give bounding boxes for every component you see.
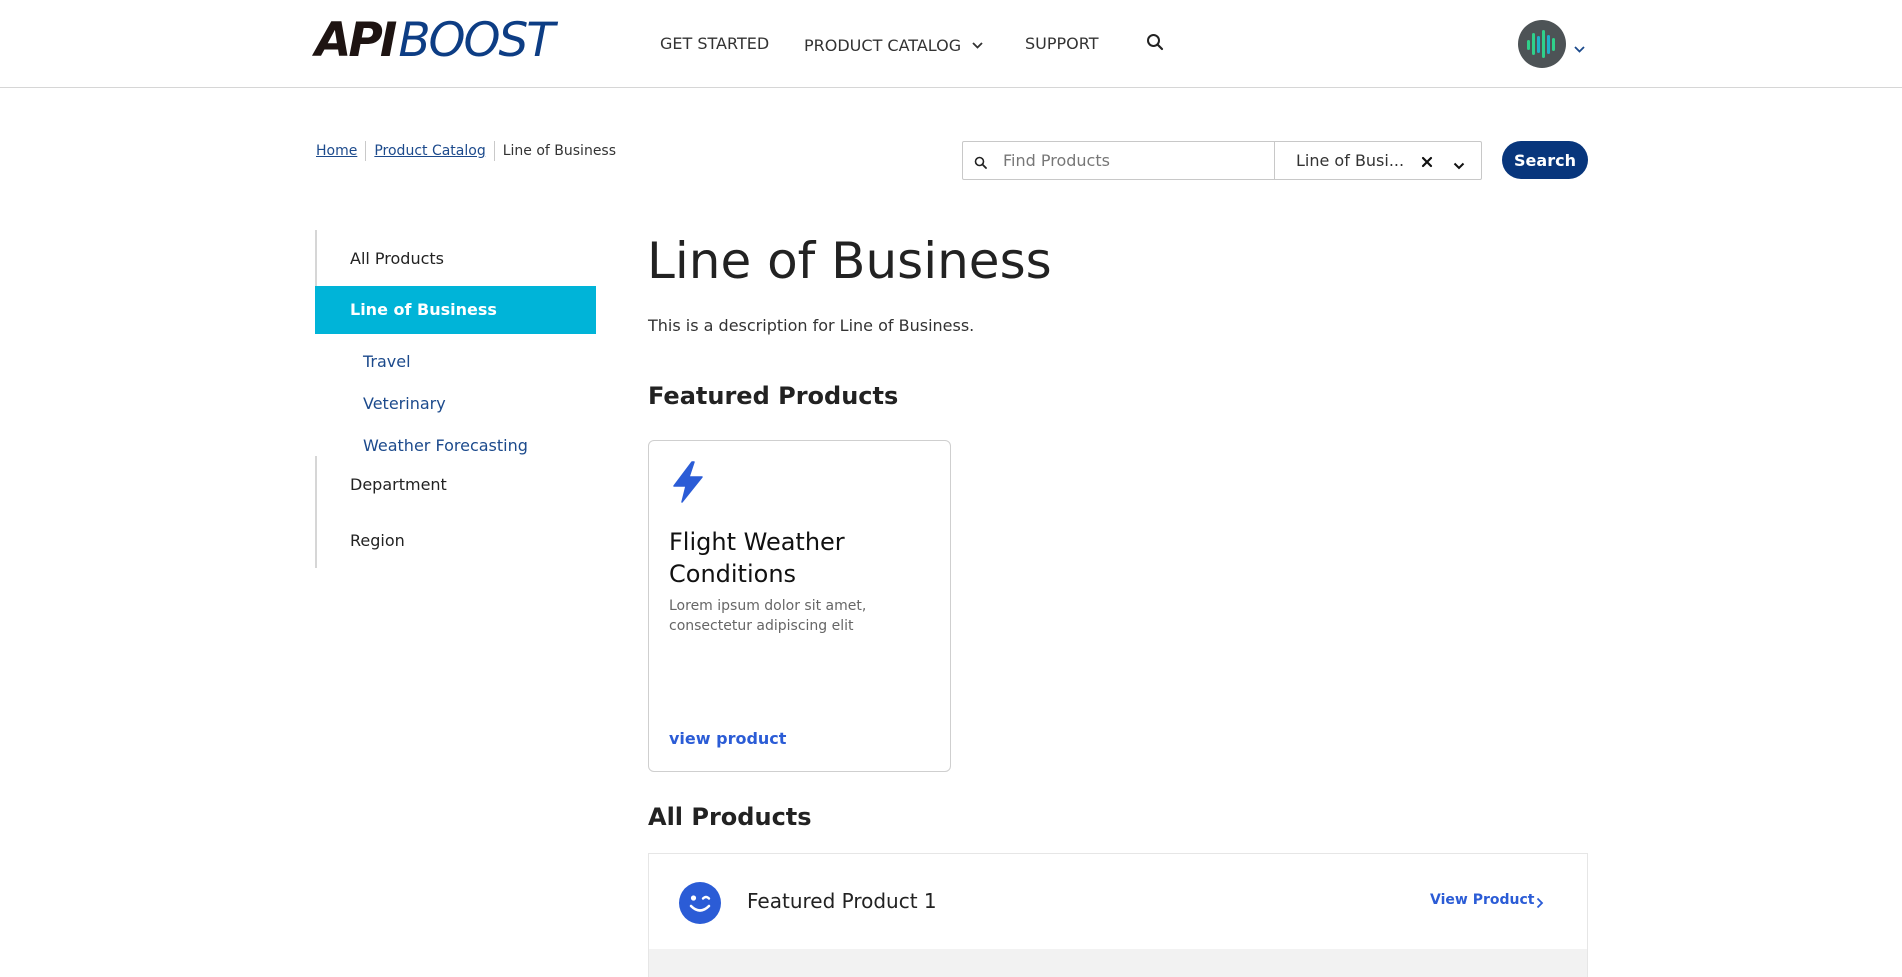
breadcrumb-separator — [365, 141, 367, 161]
breadcrumb-current: Line of Business — [502, 143, 617, 159]
sidebar-subitem-travel[interactable]: Travel — [363, 352, 411, 371]
featured-products-heading: Featured Products — [648, 382, 899, 410]
sidebar-item-department[interactable]: Department — [315, 475, 596, 494]
search-divider — [1274, 142, 1275, 179]
nav-product-catalog-label: PRODUCT CATALOG — [804, 36, 962, 55]
sidebar-item-region[interactable]: Region — [315, 531, 596, 550]
sidebar-item-line-of-business[interactable]: Line of Business — [315, 286, 596, 334]
apiboost-logo[interactable]: API BOOST — [315, 13, 555, 68]
site-header: API BOOST GET STARTED PRODUCT CATALOG SU… — [0, 0, 1902, 88]
sidebar-subitem-weather-forecasting[interactable]: Weather Forecasting — [363, 436, 528, 455]
featured-product-card: Flight Weather Conditions Lorem ipsum do… — [648, 440, 951, 772]
category-filter-value[interactable]: Line of Busi... — [1296, 151, 1404, 170]
product-search-bar: Line of Busi... — [962, 141, 1482, 180]
nav-support[interactable]: SUPPORT — [1025, 34, 1098, 53]
breadcrumb-product-catalog[interactable]: Product Catalog — [374, 143, 485, 159]
sidebar-subitem-veterinary[interactable]: Veterinary — [363, 394, 446, 413]
nav-get-started[interactable]: GET STARTED — [660, 34, 769, 53]
sidebar-item-all-products[interactable]: All Products — [315, 249, 596, 268]
search-icon — [974, 154, 987, 173]
wink-icon — [679, 882, 721, 928]
featured-product-description: Lorem ipsum dolor sit amet, consectetur … — [669, 598, 867, 634]
user-avatar[interactable] — [1518, 20, 1566, 68]
account-menu-chevron-icon[interactable] — [1574, 38, 1585, 57]
search-icon[interactable] — [1146, 33, 1164, 55]
product-list-item[interactable]: Featured Product 1 View Product — [648, 853, 1588, 949]
clear-filter-icon[interactable] — [1421, 153, 1433, 172]
logo-api-text: API — [315, 13, 397, 68]
sidebar-rail — [315, 456, 317, 568]
chevron-down-icon[interactable] — [1453, 155, 1465, 174]
page-description: This is a description for Line of Busine… — [648, 316, 975, 335]
breadcrumb-separator — [493, 141, 495, 161]
view-product-link[interactable]: View Product — [1430, 892, 1534, 908]
view-product-link[interactable]: view product — [669, 729, 786, 748]
page-title: Line of Business — [647, 232, 1052, 290]
product-name: Featured Product 1 — [747, 889, 937, 913]
chevron-right-icon[interactable] — [1536, 894, 1544, 913]
logo-boost-text: BOOST — [398, 13, 555, 68]
search-button[interactable]: Search — [1502, 141, 1588, 179]
search-input[interactable] — [1003, 142, 1273, 179]
chevron-down-icon — [972, 34, 983, 53]
lightning-icon — [671, 461, 705, 507]
breadcrumb-home[interactable]: Home — [316, 143, 357, 159]
featured-product-title: Flight Weather Conditions — [669, 528, 845, 588]
product-list-item[interactable] — [648, 949, 1588, 977]
all-products-heading: All Products — [648, 803, 812, 831]
nav-product-catalog[interactable]: PRODUCT CATALOG — [804, 34, 983, 55]
breadcrumb: Home Product Catalog Line of Business — [316, 141, 616, 161]
